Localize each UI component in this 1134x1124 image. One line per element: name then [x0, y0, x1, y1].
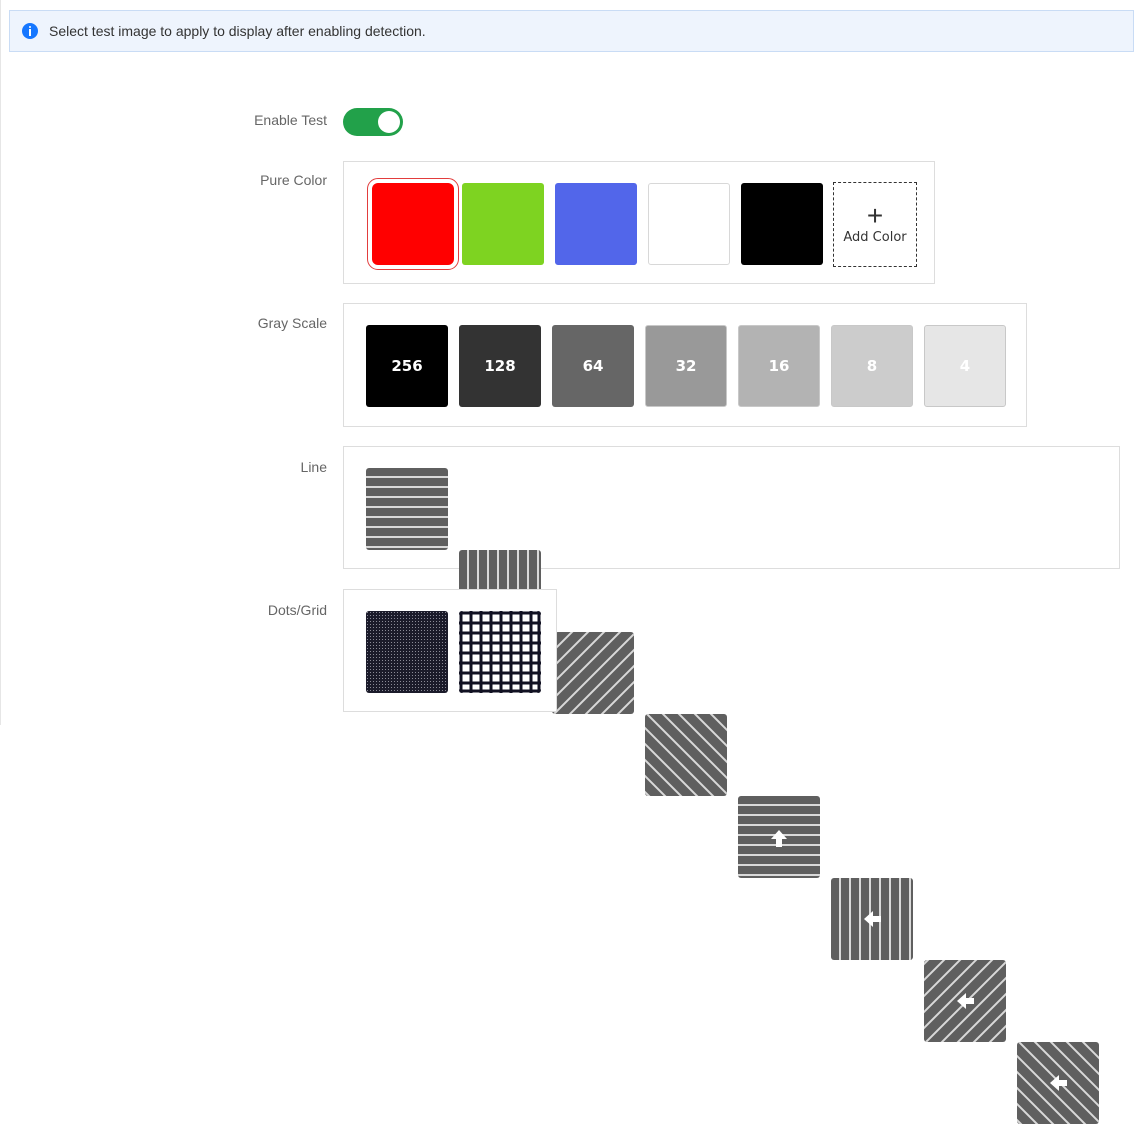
line-pattern-vertical-moving[interactable]: [831, 878, 913, 960]
add-color-button[interactable]: + Add Color: [833, 182, 917, 267]
gray-tile-label: 256: [391, 357, 423, 375]
dots-pattern: [366, 611, 448, 693]
arrow-left-icon: [864, 911, 881, 927]
plus-icon: +: [866, 200, 884, 231]
line-label: Line: [300, 459, 327, 475]
gray-tile-label: 64: [582, 357, 604, 375]
gray-tile-64[interactable]: 64: [552, 325, 634, 407]
line-pattern-diagonal-down[interactable]: [645, 714, 727, 796]
gray-scale-panel: 256 128 64 32 16 8 4: [343, 303, 1027, 427]
dots-grid-label: Dots/Grid: [267, 602, 327, 618]
gray-tile-4[interactable]: 4: [924, 325, 1006, 407]
gray-tile-256[interactable]: 256: [366, 325, 448, 407]
info-icon: [22, 23, 38, 39]
dots-grid-panel: [343, 589, 557, 712]
info-banner: Select test image to apply to display af…: [9, 10, 1134, 52]
color-swatch-black[interactable]: [741, 183, 823, 265]
enable-test-label: Enable Test: [254, 112, 327, 128]
horizontal-lines-pattern: [738, 804, 820, 876]
gray-tile-128[interactable]: 128: [459, 325, 541, 407]
color-swatch-white[interactable]: [648, 183, 730, 265]
diagonal-up-lines-pattern: [552, 632, 634, 714]
vertical-lines-pattern: [839, 878, 911, 960]
line-pattern-diagonal-down-moving[interactable]: [1017, 1042, 1099, 1124]
toggle-knob: [378, 111, 400, 133]
color-swatch-green[interactable]: [462, 183, 544, 265]
dots-pattern-tile[interactable]: [366, 611, 448, 693]
gray-tile-16[interactable]: 16: [738, 325, 820, 407]
diagonal-down-lines-pattern: [1017, 1042, 1099, 1124]
diagonal-up-lines-pattern: [924, 960, 1006, 1042]
gray-tile-label: 4: [959, 357, 971, 375]
grid-pattern-tile[interactable]: [459, 611, 541, 693]
banner-text: Select test image to apply to display af…: [49, 23, 426, 39]
color-swatch-blue[interactable]: [555, 183, 637, 265]
color-swatch-red[interactable]: [367, 178, 459, 270]
gray-tile-label: 32: [675, 357, 697, 375]
line-pattern-horizontal[interactable]: [366, 468, 448, 550]
horizontal-lines-pattern: [366, 476, 448, 548]
line-pattern-horizontal-moving[interactable]: [738, 796, 820, 878]
gray-scale-label: Gray Scale: [257, 315, 327, 331]
gray-tile-8[interactable]: 8: [831, 325, 913, 407]
pure-color-label: Pure Color: [260, 172, 327, 188]
gray-tile-label: 16: [768, 357, 790, 375]
diagonal-down-lines-pattern: [645, 714, 727, 796]
add-color-label: Add Color: [843, 230, 907, 245]
line-pattern-diagonal-up[interactable]: [552, 632, 634, 714]
gray-tile-32[interactable]: 32: [645, 325, 727, 407]
gray-tile-label: 8: [866, 357, 878, 375]
pure-color-panel: + Add Color: [343, 161, 935, 284]
frame-border: [0, 0, 1, 725]
enable-test-toggle[interactable]: [343, 108, 403, 136]
gray-tile-label: 128: [484, 357, 516, 375]
line-panel: [343, 446, 1120, 1124]
line-pattern-diagonal-up-moving[interactable]: [924, 960, 1006, 1042]
grid-pattern: [459, 611, 541, 693]
